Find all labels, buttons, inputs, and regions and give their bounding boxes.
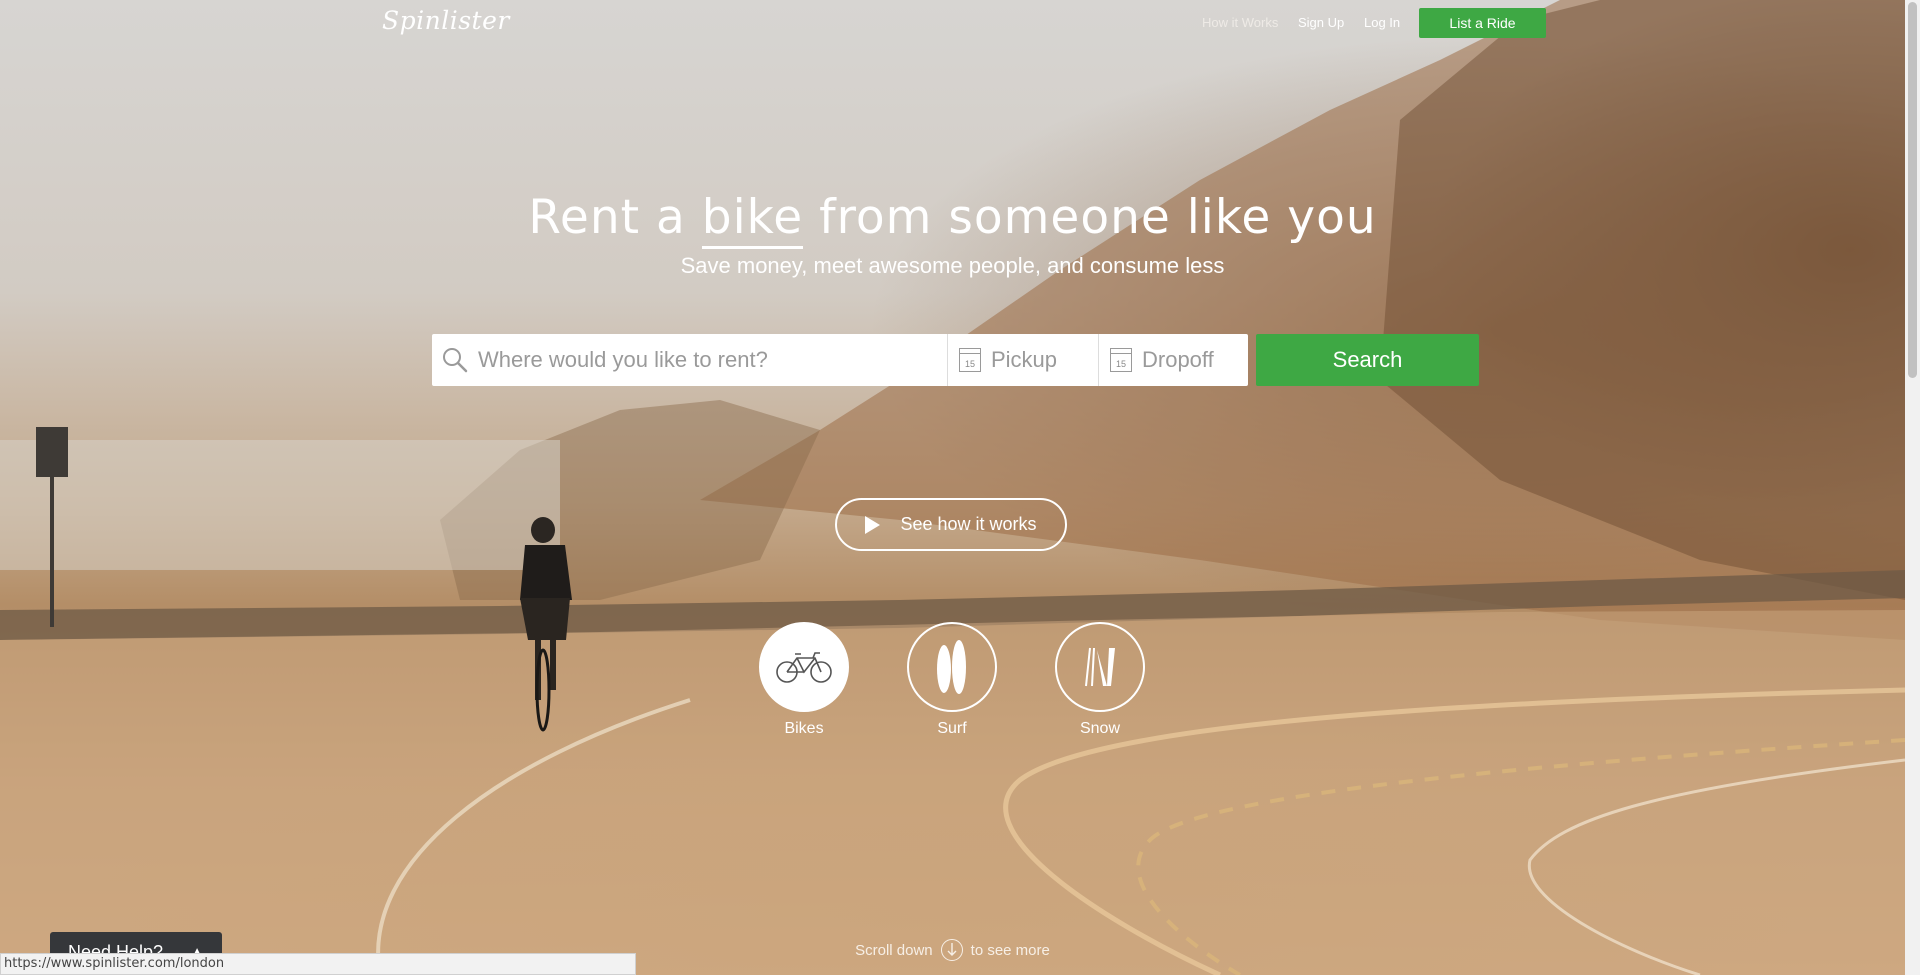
category-surf-label: Surf bbox=[937, 720, 967, 737]
hero-title-keyword: bike bbox=[701, 190, 804, 249]
see-how-it-works-button[interactable]: See how it works bbox=[835, 498, 1067, 551]
list-a-ride-button[interactable]: List a Ride bbox=[1419, 8, 1546, 38]
scrollbar-thumb[interactable] bbox=[1908, 2, 1917, 378]
arrow-down-icon[interactable] bbox=[940, 939, 963, 961]
location-input[interactable]: Where would you like to rent? bbox=[432, 334, 948, 386]
category-bikes-label: Bikes bbox=[784, 720, 824, 737]
search-button[interactable]: Search bbox=[1256, 334, 1479, 386]
nav-log-in[interactable]: Log In bbox=[1364, 15, 1400, 30]
dropoff-placeholder: Dropoff bbox=[1142, 347, 1214, 372]
search-form: Where would you like to rent? 15 Pickup … bbox=[432, 334, 1248, 386]
hero-title: Rent a bike from someone like you bbox=[0, 190, 1905, 249]
category-surf[interactable]: Surf bbox=[907, 622, 997, 738]
pickup-placeholder: Pickup bbox=[991, 347, 1058, 372]
page-scrollbar[interactable] bbox=[1905, 0, 1920, 975]
hero-title-after: from someone like you bbox=[819, 190, 1377, 245]
calendar-icon: 15 bbox=[1110, 348, 1132, 372]
browser-status-url: https://www.spinlister.com/london bbox=[0, 953, 636, 975]
search-icon bbox=[443, 348, 468, 373]
landscape-illustration bbox=[0, 0, 1905, 975]
nav-sign-up[interactable]: Sign Up bbox=[1298, 15, 1344, 30]
bicycle-icon bbox=[776, 652, 832, 683]
nav-how-it-works[interactable]: How it Works bbox=[1202, 15, 1278, 30]
category-snow-label: Snow bbox=[1079, 720, 1121, 737]
see-how-it-works-label: See how it works bbox=[900, 514, 1037, 534]
category-bikes-circle[interactable] bbox=[759, 622, 849, 712]
location-placeholder: Where would you like to rent? bbox=[478, 347, 768, 372]
hero-title-before: Rent a bbox=[528, 190, 686, 245]
category-snow-circle[interactable] bbox=[1055, 622, 1145, 712]
surfboard-icon bbox=[937, 640, 966, 694]
spinlister-logo[interactable]: Spinlister bbox=[382, 6, 510, 35]
scroll-hint-before: Scroll down bbox=[855, 941, 933, 959]
category-snow[interactable]: Snow bbox=[1055, 622, 1145, 738]
category-bikes[interactable]: Bikes bbox=[759, 622, 849, 738]
dropoff-date-input[interactable]: 15 Dropoff bbox=[1099, 334, 1248, 386]
skis-icon bbox=[1085, 647, 1115, 687]
hero-subtitle: Save money, meet awesome people, and con… bbox=[680, 253, 1225, 278]
hero-background bbox=[0, 0, 1905, 975]
pickup-date-input[interactable]: 15 Pickup bbox=[948, 334, 1099, 386]
category-surf-circle[interactable] bbox=[907, 622, 997, 712]
calendar-icon: 15 bbox=[959, 348, 981, 372]
play-icon bbox=[865, 515, 881, 534]
scroll-hint-after: to see more bbox=[970, 941, 1050, 959]
